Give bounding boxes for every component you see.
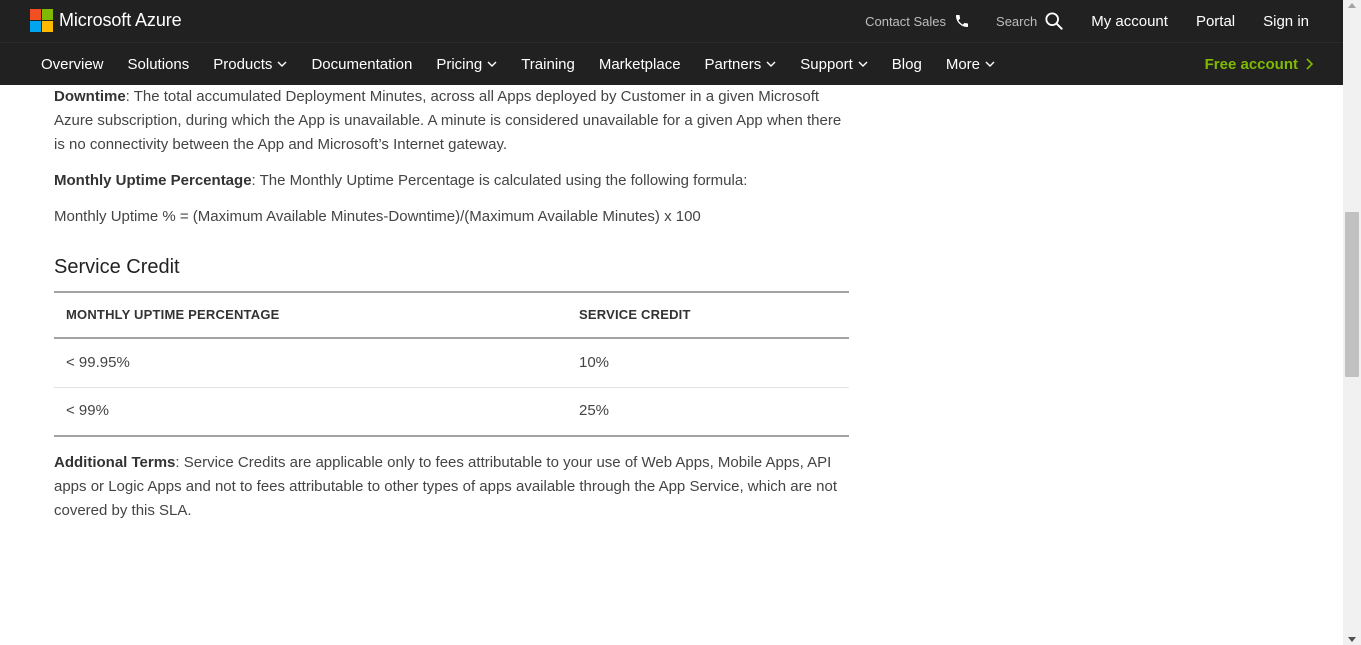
contact-sales-label: Contact Sales <box>865 13 947 29</box>
nav-items: Overview Solutions Products Documentatio… <box>41 43 1019 85</box>
logo-yellow-square <box>42 21 53 32</box>
additional-terms: Additional Terms: Service Credits are ap… <box>54 451 850 523</box>
my-account-link[interactable]: My account <box>1091 13 1168 30</box>
chevron-right-icon <box>1306 58 1313 70</box>
table-cell-uptime: < 99% <box>66 402 109 420</box>
nav-products[interactable]: Products <box>213 56 287 73</box>
nav-more-label: More <box>945 55 981 73</box>
nav-blog-label: Blog <box>891 55 922 73</box>
logo-blue-square <box>30 21 41 32</box>
nav-marketplace[interactable]: Marketplace <box>599 56 681 73</box>
search-button[interactable]: Search <box>996 12 1063 30</box>
portal-link[interactable]: Portal <box>1196 13 1235 30</box>
table-row: < 99.95% 10% <box>54 338 849 387</box>
downtime-definition: Downtime: The total accumulated Deployme… <box>54 85 850 157</box>
top-right-links: Contact Sales Search My account Portal S… <box>865 0 1309 42</box>
additional-terms-term: Additional Terms <box>54 454 176 471</box>
table-cell-credit: 25% <box>579 402 610 420</box>
free-account-label: Free account <box>1204 55 1298 73</box>
nav-documentation[interactable]: Documentation <box>311 56 412 73</box>
chevron-down-icon <box>985 61 995 67</box>
table-header-row: MONTHLY UPTIME PERCENTAGE SERVICE CREDIT <box>54 292 849 338</box>
nav-products-label: Products <box>213 55 273 73</box>
table-row: < 99% 25% <box>54 387 849 436</box>
brand-name: Microsoft Azure <box>59 10 182 30</box>
table-cell-credit: 10% <box>579 353 610 371</box>
nav-more[interactable]: More <box>946 56 995 73</box>
chevron-down-icon <box>277 61 287 67</box>
phone-icon <box>956 15 969 27</box>
top-header: Microsoft Azure Contact Sales Search My … <box>0 0 1343 42</box>
contact-sales-link[interactable]: Contact Sales <box>865 13 970 29</box>
azure-logo-link[interactable]: Microsoft Azure <box>30 9 182 32</box>
chevron-down-icon <box>766 61 776 67</box>
table-cell-uptime: < 99.95% <box>66 353 130 371</box>
search-icon <box>1045 12 1063 30</box>
sign-in-link[interactable]: Sign in <box>1263 13 1309 30</box>
service-credit-table: MONTHLY UPTIME PERCENTAGE SERVICE CREDIT… <box>54 291 849 437</box>
main-nav: Overview Solutions Products Documentatio… <box>0 42 1343 85</box>
vertical-scrollbar[interactable] <box>1343 0 1361 645</box>
free-account-link[interactable]: Free account <box>1205 43 1313 85</box>
uptime-text: : The Monthly Uptime Percentage is calcu… <box>251 172 748 189</box>
search-label: Search <box>996 13 1038 29</box>
uptime-term: Monthly Uptime Percentage <box>54 172 252 189</box>
nav-overview[interactable]: Overview <box>41 56 104 73</box>
nav-solutions[interactable]: Solutions <box>128 56 190 73</box>
nav-training-label: Training <box>521 55 575 73</box>
nav-blog[interactable]: Blog <box>892 56 922 73</box>
column-header-credit: SERVICE CREDIT <box>579 307 691 322</box>
scroll-up-arrow-icon[interactable] <box>1348 3 1356 8</box>
nav-partners[interactable]: Partners <box>705 56 777 73</box>
logo-green-square <box>42 9 53 20</box>
logo-red-square <box>30 9 41 20</box>
uptime-definition: Monthly Uptime Percentage: The Monthly U… <box>54 169 747 193</box>
nav-training[interactable]: Training <box>521 56 575 73</box>
service-credit-heading: Service Credit <box>54 256 180 278</box>
scroll-down-arrow-icon[interactable] <box>1348 637 1356 642</box>
downtime-term: Downtime <box>54 88 126 105</box>
nav-pricing[interactable]: Pricing <box>436 56 497 73</box>
nav-overview-label: Overview <box>41 55 104 73</box>
column-header-uptime: MONTHLY UPTIME PERCENTAGE <box>66 307 280 322</box>
nav-solutions-label: Solutions <box>127 55 190 73</box>
chevron-down-icon <box>487 61 497 67</box>
uptime-formula: Monthly Uptime % = (Maximum Available Mi… <box>54 208 701 225</box>
nav-partners-label: Partners <box>704 55 762 73</box>
nav-support-label: Support <box>800 55 853 73</box>
nav-pricing-label: Pricing <box>436 55 483 73</box>
nav-support[interactable]: Support <box>800 56 868 73</box>
nav-documentation-label: Documentation <box>311 55 413 73</box>
downtime-text: : The total accumulated Deployment Minut… <box>54 88 842 153</box>
nav-marketplace-label: Marketplace <box>598 55 681 73</box>
scrollbar-thumb[interactable] <box>1345 212 1359 377</box>
chevron-down-icon <box>858 61 868 67</box>
microsoft-logo-icon <box>30 9 53 32</box>
